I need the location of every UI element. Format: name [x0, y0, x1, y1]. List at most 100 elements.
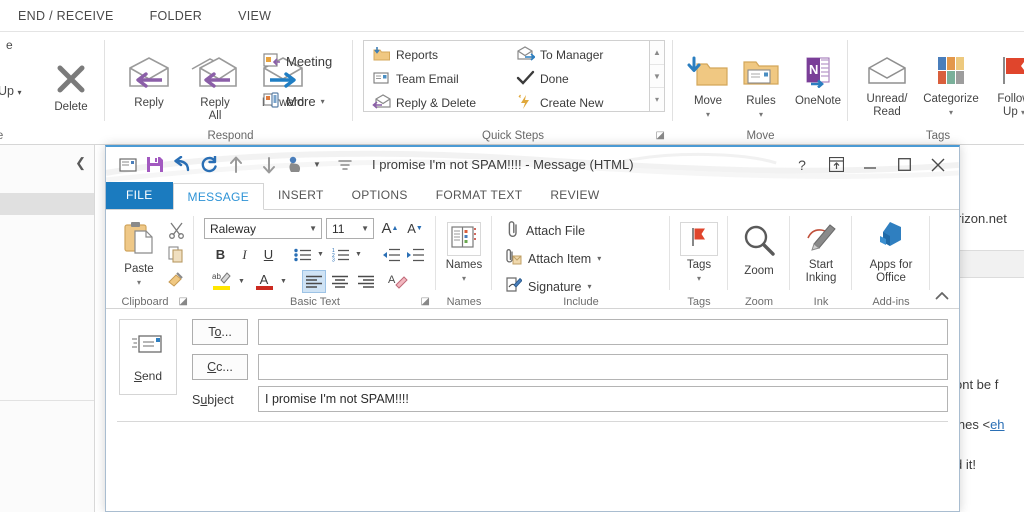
- attach-item-button[interactable]: Attach Item ▾: [506, 248, 601, 269]
- grow-font-button[interactable]: A ▲: [379, 218, 401, 239]
- font-family-chevron-icon[interactable]: ▼: [309, 224, 317, 233]
- next-item-icon[interactable]: [255, 152, 282, 178]
- move-button[interactable]: Move ▾: [681, 56, 735, 121]
- shrink-font-button[interactable]: A ▼: [404, 218, 426, 239]
- selected-folder-row[interactable]: [0, 193, 94, 215]
- more-respond-button[interactable]: More ▾: [263, 92, 325, 111]
- bold-button[interactable]: B: [210, 244, 231, 265]
- envelope-icon[interactable]: [114, 152, 141, 178]
- touch-mode-icon[interactable]: [282, 152, 309, 178]
- quick-steps-dialog-launcher[interactable]: ◪: [656, 130, 665, 141]
- apps-for-office-button[interactable]: Apps for Office: [855, 220, 927, 285]
- move-dropdown-arrow[interactable]: ▾: [681, 108, 735, 121]
- save-icon[interactable]: [141, 152, 168, 178]
- quick-step-to-manager[interactable]: To Manager: [512, 43, 603, 67]
- clean-up-button[interactable]: Up ▾: [0, 84, 21, 98]
- message-ribbon-tabs[interactable]: FILE MESSAGE INSERT OPTIONS FORMAT TEXT …: [106, 182, 959, 210]
- tags-button[interactable]: Tags ▾: [673, 222, 725, 285]
- paste-dropdown-arrow[interactable]: ▾: [114, 276, 164, 289]
- cc-button[interactable]: Cc...: [192, 354, 248, 380]
- rules-dropdown-arrow[interactable]: ▾: [735, 108, 787, 121]
- format-painter-icon[interactable]: [166, 268, 186, 288]
- quick-step-reports[interactable]: Reports: [368, 43, 476, 67]
- numbered-list-dropdown-arrow[interactable]: ▼: [353, 244, 364, 265]
- tags-dropdown-arrow[interactable]: ▾: [673, 272, 725, 285]
- customize-qat-icon[interactable]: [331, 152, 358, 178]
- categorize-button[interactable]: Categorize ▾: [918, 56, 984, 119]
- reply-button[interactable]: Reply: [120, 56, 178, 110]
- attach-file-button[interactable]: Attach File: [506, 220, 585, 241]
- reply-all-button[interactable]: Reply All: [186, 56, 244, 123]
- main-tab-folder[interactable]: FOLDER: [132, 0, 221, 32]
- follow-up-button[interactable]: Follow Up ▾: [986, 56, 1024, 119]
- quick-step-done[interactable]: Done: [512, 67, 603, 91]
- start-inking-button[interactable]: Start Inking: [793, 220, 849, 285]
- names-dropdown-arrow[interactable]: ▾: [438, 272, 490, 285]
- scroll-up-arrow[interactable]: ▲: [650, 41, 664, 65]
- message-window-title-bar[interactable]: ▼ I promise I'm not SPAM!!!! - Message (…: [106, 147, 959, 182]
- tab-format-text[interactable]: FORMAT TEXT: [422, 182, 537, 209]
- text-highlight-icon[interactable]: ab: [210, 270, 234, 292]
- maximize-icon[interactable]: [887, 150, 921, 180]
- quick-steps-scrollbar[interactable]: ▲ ▼ ▾: [649, 41, 664, 111]
- quick-step-create-new[interactable]: Create New: [512, 91, 603, 115]
- rules-button[interactable]: Rules ▾: [735, 56, 787, 121]
- font-size-combobox[interactable]: 11 ▼: [326, 218, 374, 239]
- numbered-list-icon[interactable]: 1 2 3: [330, 244, 352, 265]
- unread-read-button[interactable]: Unread/ Read: [856, 56, 918, 119]
- cut-icon[interactable]: [166, 220, 186, 240]
- categorize-dropdown-arrow[interactable]: ▾: [918, 106, 984, 119]
- font-size-chevron-icon[interactable]: ▼: [361, 224, 369, 233]
- decrease-indent-icon[interactable]: [380, 244, 401, 265]
- close-icon[interactable]: [921, 150, 955, 180]
- to-button[interactable]: To...: [192, 319, 248, 345]
- align-left-icon[interactable]: [302, 270, 326, 293]
- more-dropdown-arrow[interactable]: ▾: [321, 97, 325, 106]
- signature-dropdown-arrow[interactable]: ▾: [588, 282, 592, 291]
- reading-pane-link[interactable]: eh: [990, 417, 1004, 432]
- quick-steps-gallery[interactable]: Reports Team Email Reply & Delete To Man…: [363, 40, 665, 112]
- cc-field[interactable]: [258, 354, 948, 380]
- increase-indent-icon[interactable]: [404, 244, 425, 265]
- bullet-list-dropdown-arrow[interactable]: ▼: [315, 244, 326, 265]
- italic-button[interactable]: I: [234, 244, 255, 265]
- tab-file[interactable]: FILE: [106, 182, 173, 209]
- highlight-dropdown-arrow[interactable]: ▼: [236, 270, 247, 292]
- underline-button[interactable]: U: [258, 244, 279, 265]
- previous-item-icon[interactable]: [222, 152, 249, 178]
- undo-icon[interactable]: [168, 152, 195, 178]
- quick-access-toolbar[interactable]: ▼: [106, 152, 358, 178]
- tab-options[interactable]: OPTIONS: [338, 182, 422, 209]
- redo-icon[interactable]: [195, 152, 222, 178]
- basic-text-dialog-launcher[interactable]: ◪: [421, 296, 430, 307]
- bullet-list-icon[interactable]: [292, 244, 314, 265]
- quick-step-team-email[interactable]: Team Email: [368, 67, 476, 91]
- onenote-button[interactable]: N OneNote: [787, 56, 849, 108]
- scroll-down-arrow[interactable]: ▼: [650, 65, 664, 89]
- tab-message[interactable]: MESSAGE: [172, 183, 264, 210]
- font-color-dropdown-arrow[interactable]: ▼: [278, 270, 289, 292]
- align-center-icon[interactable]: [328, 270, 352, 293]
- to-field[interactable]: [258, 319, 948, 345]
- font-color-button[interactable]: A: [252, 270, 276, 292]
- font-family-combobox[interactable]: Raleway ▼: [204, 218, 322, 239]
- signature-button[interactable]: Signature ▾: [506, 276, 592, 297]
- copy-icon[interactable]: [166, 244, 186, 264]
- collapse-folder-pane-icon[interactable]: ❮: [75, 155, 86, 171]
- minimize-icon[interactable]: [853, 150, 887, 180]
- quick-steps-more-arrow[interactable]: ▾: [650, 88, 664, 111]
- send-button[interactable]: Send: [119, 319, 177, 395]
- paste-button[interactable]: Paste ▾: [114, 220, 164, 289]
- main-tab-view[interactable]: VIEW: [220, 0, 289, 32]
- clear-formatting-icon[interactable]: A: [386, 270, 410, 293]
- clipboard-dialog-launcher[interactable]: ◪: [179, 296, 188, 307]
- zoom-button[interactable]: Zoom: [731, 224, 787, 278]
- meeting-button[interactable]: Meeting: [263, 52, 332, 71]
- tab-insert[interactable]: INSERT: [264, 182, 338, 209]
- names-button[interactable]: Names ▾: [438, 222, 490, 285]
- collapse-ribbon-icon[interactable]: [935, 291, 949, 304]
- align-right-icon[interactable]: [354, 270, 378, 293]
- subject-field[interactable]: I promise I'm not SPAM!!!!: [258, 386, 948, 412]
- qat-dropdown-arrow[interactable]: ▼: [309, 152, 325, 178]
- ribbon-options-icon[interactable]: [819, 150, 853, 180]
